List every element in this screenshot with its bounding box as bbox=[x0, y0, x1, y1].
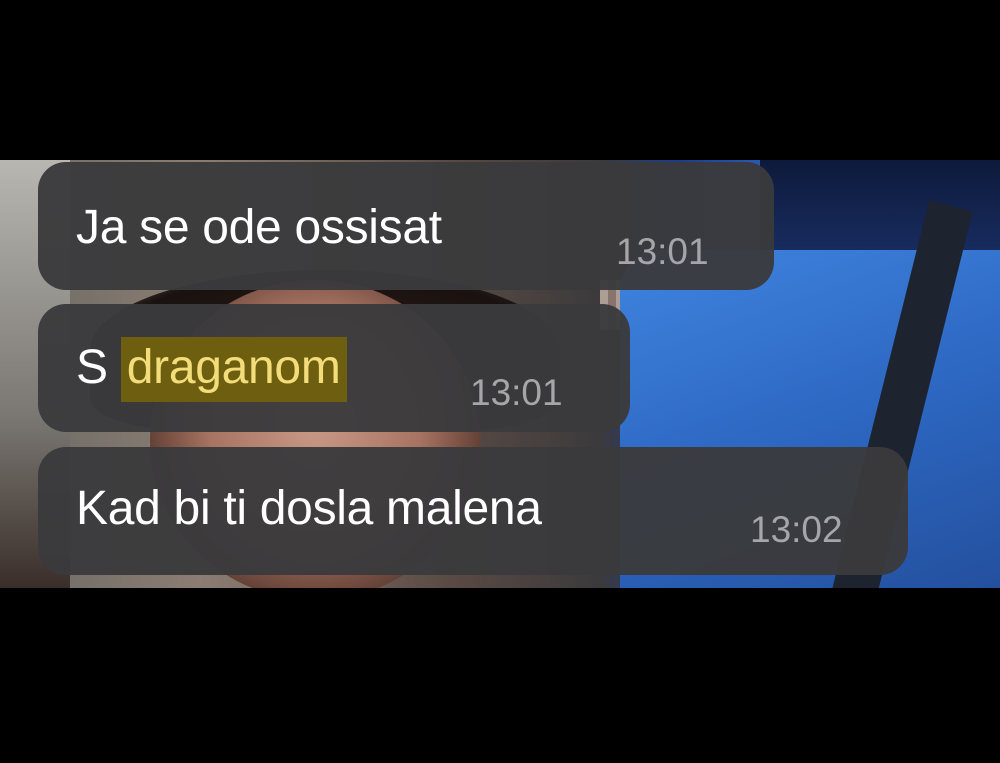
message-time: 13:01 bbox=[470, 372, 563, 413]
message-text: Kad bi ti dosla malena bbox=[76, 482, 542, 535]
message-bubble[interactable]: Ja se ode ossisat 13:01 bbox=[38, 162, 774, 290]
search-highlight: draganom bbox=[120, 337, 347, 402]
message-time: 13:02 bbox=[750, 509, 843, 550]
message-time: 13:01 bbox=[616, 231, 709, 272]
message-bubble[interactable]: S draganom 13:01 bbox=[38, 304, 630, 432]
message-bubble[interactable]: Kad bi ti dosla malena 13:02 bbox=[38, 447, 908, 575]
message-text: S draganom bbox=[76, 337, 347, 402]
message-text: Ja se ode ossisat bbox=[76, 201, 442, 254]
message-text-prefix: S bbox=[76, 341, 108, 394]
